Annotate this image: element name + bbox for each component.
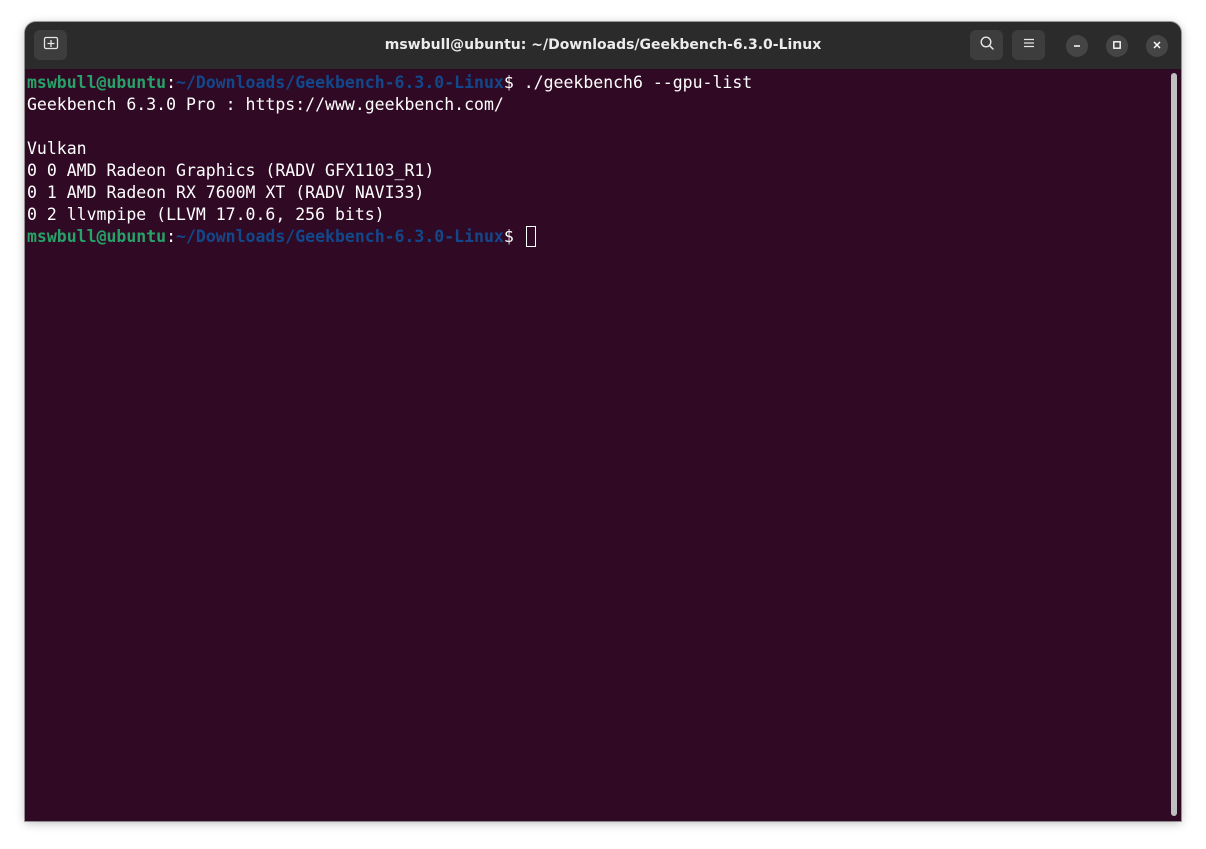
maximize-button[interactable] xyxy=(1106,35,1128,57)
command-text: ./geekbench6 --gpu-list xyxy=(523,73,753,92)
close-button[interactable] xyxy=(1146,35,1168,57)
output-line: Geekbench 6.3.0 Pro : https://www.geekbe… xyxy=(27,95,504,114)
prompt-separator: : xyxy=(166,73,177,92)
text-cursor xyxy=(525,226,536,247)
prompt-symbol: $ xyxy=(503,73,524,92)
maximize-icon xyxy=(1112,37,1122,55)
menu-button[interactable] xyxy=(1012,30,1045,60)
prompt-symbol: $ xyxy=(503,227,524,246)
window-title: mswbull@ubuntu: ~/Downloads/Geekbench-6.… xyxy=(384,37,822,53)
prompt-line-2: mswbull@ubuntu:~/Downloads/Geekbench-6.3… xyxy=(27,226,536,248)
minimize-icon xyxy=(1072,37,1082,55)
prompt-separator: : xyxy=(166,227,177,246)
prompt-line-1: mswbull@ubuntu:~/Downloads/Geekbench-6.3… xyxy=(27,72,752,94)
terminal-window: mswbull@ubuntu: ~/Downloads/Geekbench-6.… xyxy=(25,22,1181,821)
prompt-path: ~/Downloads/Geekbench-6.3.0-Linux xyxy=(176,73,504,92)
close-icon xyxy=(1152,37,1162,55)
vertical-scrollbar[interactable] xyxy=(1171,73,1177,816)
prompt-user: mswbull@ubuntu xyxy=(27,227,167,246)
minimize-button[interactable] xyxy=(1066,35,1088,57)
prompt-user: mswbull@ubuntu xyxy=(27,73,167,92)
titlebar: mswbull@ubuntu: ~/Downloads/Geekbench-6.… xyxy=(25,22,1181,69)
new-tab-button[interactable] xyxy=(34,30,67,60)
terminal-content[interactable]: mswbull@ubuntu:~/Downloads/Geekbench-6.3… xyxy=(25,69,1170,821)
output-line: 0 1 AMD Radeon RX 7600M XT (RADV NAVI33) xyxy=(27,183,425,202)
output-line: Vulkan xyxy=(27,139,87,158)
new-tab-icon xyxy=(43,35,59,56)
output-line: 0 0 AMD Radeon Graphics (RADV GFX1103_R1… xyxy=(27,161,435,180)
search-icon xyxy=(979,35,995,56)
search-button[interactable] xyxy=(970,30,1003,60)
output-line: 0 2 llvmpipe (LLVM 17.0.6, 256 bits) xyxy=(27,205,385,224)
hamburger-menu-icon xyxy=(1022,36,1036,55)
prompt-path: ~/Downloads/Geekbench-6.3.0-Linux xyxy=(176,227,504,246)
